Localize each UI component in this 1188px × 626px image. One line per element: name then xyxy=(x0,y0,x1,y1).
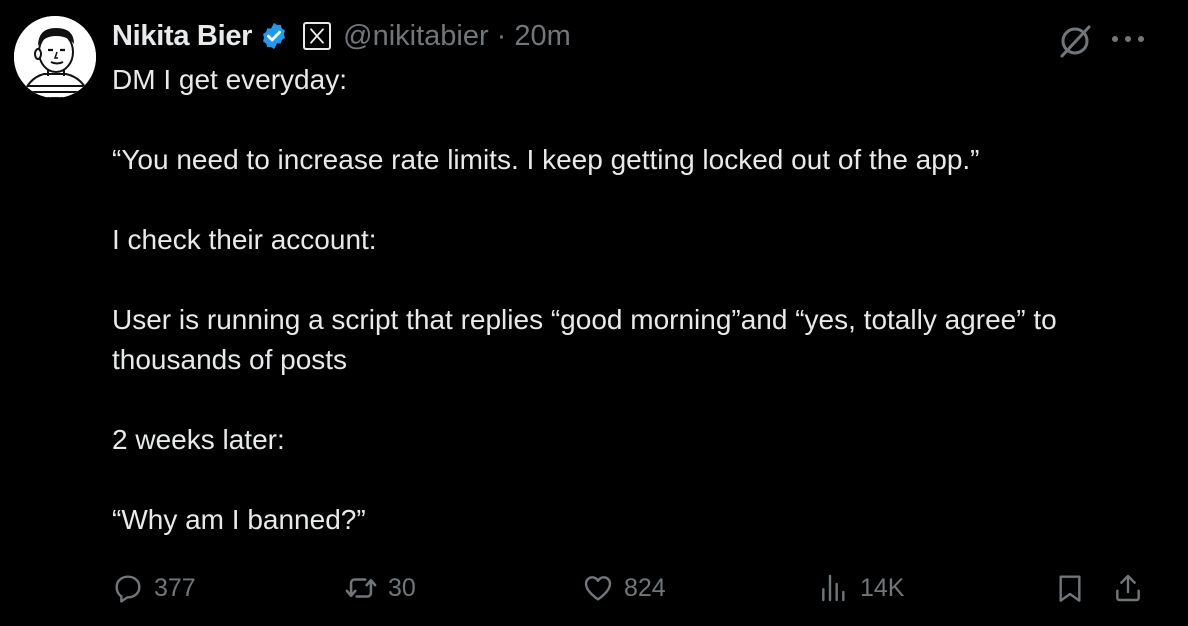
header-separator: · xyxy=(496,19,507,52)
views-count: 14K xyxy=(860,573,905,602)
tweet-header: Nikita Bier @nikitabier · 20m xyxy=(112,14,571,58)
tweet-paragraph: User is running a script that replies “g… xyxy=(112,304,1057,375)
tweet-paragraph: I check their account: xyxy=(112,224,377,255)
grok-icon[interactable] xyxy=(1056,22,1094,60)
tweet-card[interactable]: Nikita Bier @nikitabier · 20m DM I get e… xyxy=(0,0,1188,626)
repost-icon xyxy=(345,578,377,598)
views-button[interactable]: 14K xyxy=(818,568,904,608)
tweet-paragraph: 2 weeks later: xyxy=(112,424,285,455)
more-dot xyxy=(1138,36,1144,42)
share-button[interactable] xyxy=(1112,568,1144,608)
author-display-name[interactable]: Nikita Bier xyxy=(112,20,252,53)
more-icon[interactable] xyxy=(1112,34,1144,44)
avatar[interactable] xyxy=(14,16,96,98)
bookmark-button[interactable] xyxy=(1054,568,1086,608)
bookmark-icon xyxy=(1059,575,1081,602)
heart-icon xyxy=(584,576,612,601)
views-icon xyxy=(822,574,845,602)
like-button[interactable]: 824 xyxy=(582,568,666,608)
tweet-paragraph: “Why am I banned?” xyxy=(112,504,366,535)
reply-button[interactable]: 377 xyxy=(112,568,196,608)
repost-count: 30 xyxy=(388,573,416,602)
author-handle[interactable]: @nikitabier xyxy=(343,20,489,53)
x-logo-icon[interactable] xyxy=(303,22,332,50)
share-icon xyxy=(1116,574,1140,602)
more-dot xyxy=(1125,36,1131,42)
repost-button[interactable]: 30 xyxy=(344,568,416,608)
avatar-illustration xyxy=(14,16,96,98)
verified-badge-icon[interactable] xyxy=(259,21,289,51)
like-count: 824 xyxy=(624,573,666,602)
reply-count: 377 xyxy=(154,573,196,602)
reply-icon xyxy=(115,575,141,603)
tweet-paragraph: “You need to increase rate limits. I kee… xyxy=(112,144,980,175)
tweet-text: DM I get everyday: “You need to increase… xyxy=(112,60,1162,540)
more-dot xyxy=(1112,36,1118,42)
timestamp[interactable]: 20m xyxy=(514,20,570,53)
tweet-paragraph: DM I get everyday: xyxy=(112,64,347,95)
tweet-actions: 377 30 824 14K xyxy=(112,568,1152,608)
